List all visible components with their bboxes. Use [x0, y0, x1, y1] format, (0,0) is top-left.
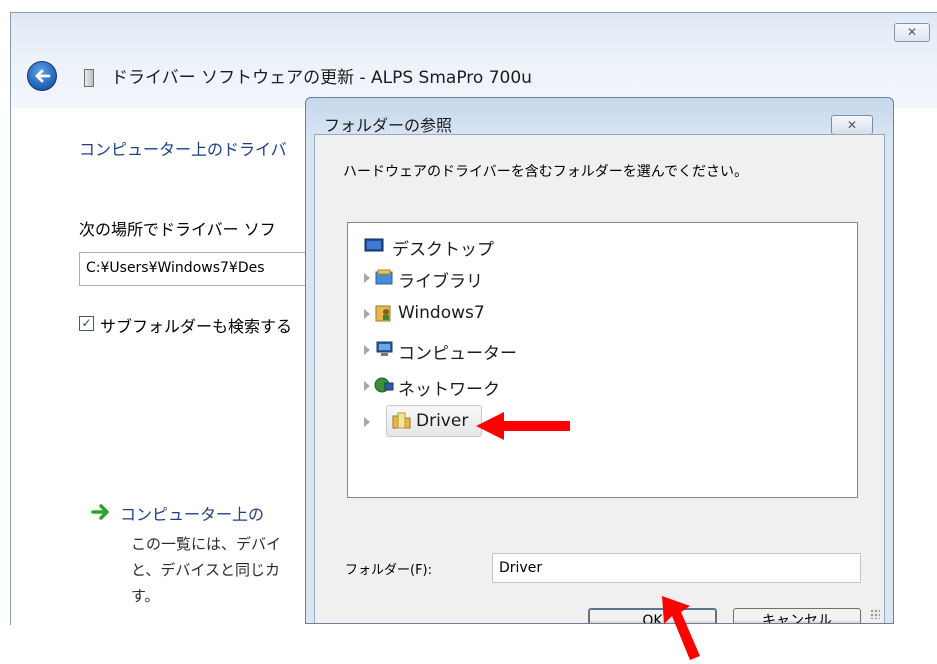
pick-from-list-description-line: と、デバイスと同じカ [131, 561, 280, 579]
tree-item-label: デスクトップ [392, 240, 494, 260]
expand-arrow-icon[interactable] [364, 417, 370, 427]
wizard-heading: コンピューター上のドライバ [79, 140, 287, 159]
tree-item-label: Driver [416, 411, 469, 431]
folder-tree[interactable]: デスクトップ ライブラリ Windows7 コンピューター ネットワーク Dri… [347, 222, 858, 498]
browse-dialog-close-button[interactable]: ✕ [831, 115, 873, 135]
pick-from-list-description-line: この一覧には、デバイ [131, 535, 282, 553]
annotation-arrow-driver [476, 412, 570, 440]
folder-field-label: フォルダー(F): [345, 563, 433, 578]
include-subfolders-label: サブフォルダーも検索する [100, 317, 293, 336]
wizard-close-button[interactable]: ✕ [894, 23, 930, 42]
browse-folder-dialog: フォルダーの参照 ✕ ハードウェアのドライバーを含むフォルダーを選んでください。… [305, 97, 894, 624]
folder-icon [392, 412, 411, 429]
back-arrow-button[interactable] [27, 61, 57, 91]
browse-dialog-body: ハードウェアのドライバーを含むフォルダーを選んでください。 デスクトップ ライブ… [314, 134, 885, 623]
computer-icon [376, 341, 393, 356]
expand-arrow-icon[interactable] [364, 273, 370, 283]
back-arrow-icon [35, 69, 51, 83]
tree-item-label: Windows7 [398, 303, 485, 323]
desktop-icon [364, 238, 384, 252]
pick-from-list-link[interactable]: コンピューター上の [120, 501, 264, 525]
cancel-button[interactable]: キャンセル [733, 608, 861, 623]
search-location-label: 次の場所でドライバー ソフ [79, 220, 276, 239]
annotation-arrow-ok [662, 596, 700, 660]
tree-item-label: コンピューター [398, 344, 517, 364]
wizard-title: ドライバー ソフトウェアの更新 - ALPS SmaPro 700u [111, 68, 532, 88]
wizard-titlebar: ✕ ドライバー ソフトウェアの更新 - ALPS SmaPro 700u [11, 13, 937, 108]
tree-item-label: ネットワーク [398, 380, 500, 400]
expand-arrow-icon[interactable] [364, 345, 370, 355]
expand-arrow-icon[interactable] [364, 381, 370, 391]
browse-dialog-titlebar: フォルダーの参照 ✕ [306, 98, 893, 135]
user-folder-icon [375, 305, 391, 322]
include-subfolders-checkbox[interactable]: ✓ [79, 316, 94, 331]
search-path-input[interactable]: C:¥Users¥Windows7¥Des [79, 252, 339, 286]
browse-instruction: ハードウェアのドライバーを含むフォルダーを選んでください。 [343, 164, 749, 180]
tree-item-label: ライブラリ [398, 272, 483, 292]
library-icon [375, 269, 393, 285]
device-icon [84, 69, 94, 87]
network-icon [374, 377, 394, 393]
folder-input[interactable]: Driver [492, 553, 861, 583]
resize-grip-icon[interactable] [870, 609, 880, 619]
browse-dialog-title: フォルダーの参照 [324, 116, 453, 135]
pick-from-list-description-line: す。 [131, 587, 160, 605]
green-arrow-icon [91, 504, 109, 520]
expand-arrow-icon[interactable] [364, 309, 370, 319]
